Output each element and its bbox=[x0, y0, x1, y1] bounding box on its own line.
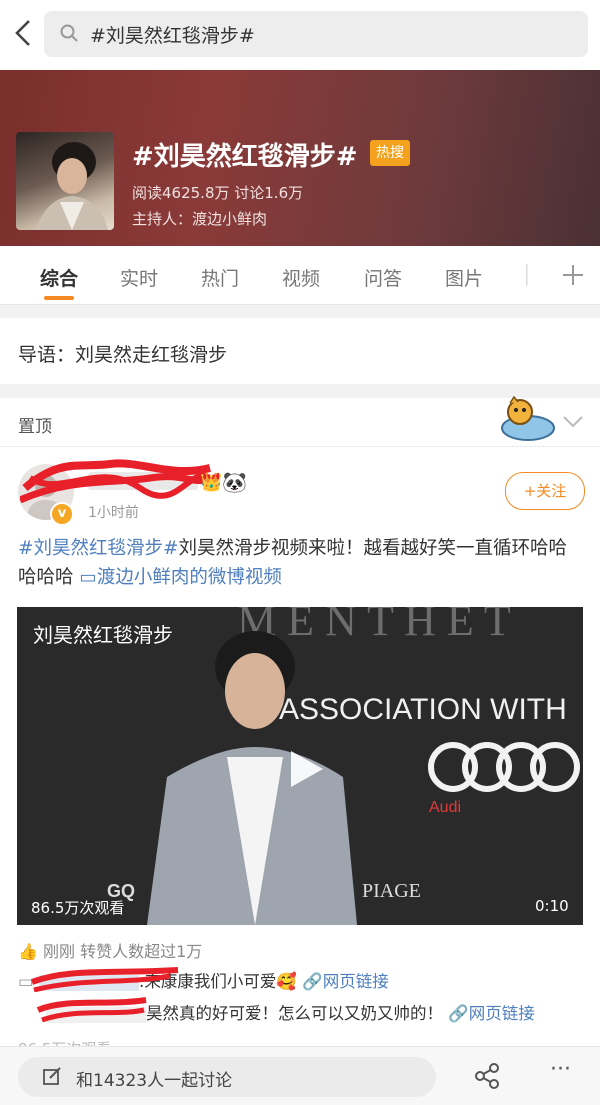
follow-button[interactable]: +关注 bbox=[505, 472, 585, 510]
chevron-down-icon[interactable] bbox=[562, 408, 584, 435]
search-query[interactable]: #刘昊然红毯滑步# bbox=[90, 21, 255, 48]
svg-text:Audi: Audi bbox=[429, 799, 461, 816]
compose-text: 和14323人一起讨论 bbox=[76, 1071, 233, 1091]
comment-1-link[interactable]: 🔗网页链接 bbox=[302, 972, 389, 991]
comment-2-link[interactable]: 🔗网页链接 bbox=[448, 1004, 535, 1023]
video-player[interactable]: M E N T H E T ASSOCIATION WITH Audi PIAG… bbox=[17, 607, 583, 925]
tab-bar: 综合 实时 热门 视频 问答 图片 ▏ bbox=[0, 246, 600, 305]
hot-search-badge: 热搜 bbox=[370, 140, 410, 166]
pinned-label: 置顶 bbox=[18, 417, 52, 437]
back-arrow-icon[interactable] bbox=[12, 18, 34, 48]
video-view-count: 86.5万次观看 bbox=[31, 899, 125, 917]
add-tab-icon[interactable] bbox=[562, 258, 584, 294]
tab-video[interactable]: 视频 bbox=[282, 264, 320, 291]
video-camera-icon: ▭ bbox=[79, 567, 97, 588]
guide-text: 导语：刘昊然走红毯滑步 bbox=[18, 344, 228, 366]
topic-stats: 阅读4625.8万 讨论1.6万 bbox=[132, 184, 304, 202]
bottom-bar: 和14323人一起讨论 ··· bbox=[0, 1046, 600, 1105]
guide-section: 导语：刘昊然走红毯滑步 bbox=[0, 318, 600, 384]
video-link[interactable]: ▭渡边小鲜肉的微博视频 bbox=[79, 567, 282, 588]
post-time: 1小时前 bbox=[88, 505, 139, 521]
compose-discussion-button[interactable]: 和14323人一起讨论 bbox=[18, 1057, 436, 1097]
comment-2-link-label: 网页链接 bbox=[468, 1004, 535, 1023]
thumb-up-icon[interactable]: 👍 bbox=[18, 942, 38, 961]
more-icon[interactable]: ··· bbox=[550, 1057, 571, 1082]
like-row: 👍 刚刚 转赞人数超过1万 bbox=[18, 938, 202, 962]
comment-1-link-label: 网页链接 bbox=[322, 972, 389, 991]
tab-qa[interactable]: 问答 bbox=[364, 264, 402, 291]
post-text: #刘昊然红毯滑步#刘昊然滑步视频来啦！越看越好笑一直循环哈哈哈哈哈 ▭渡边小鲜肉… bbox=[18, 534, 584, 592]
divider bbox=[0, 446, 600, 447]
play-icon[interactable] bbox=[283, 747, 327, 791]
tab-images[interactable]: 图片 bbox=[445, 264, 483, 291]
share-icon[interactable] bbox=[474, 1063, 500, 1089]
topic-cover-image bbox=[16, 132, 114, 230]
video-duration: 0:10 bbox=[535, 897, 569, 915]
tab-overflow[interactable]: ▏ bbox=[526, 264, 536, 286]
video-link-label: 渡边小鲜肉的微博视频 bbox=[96, 567, 282, 588]
edit-icon bbox=[42, 1066, 62, 1090]
tab-all[interactable]: 综合 bbox=[40, 264, 78, 291]
comment-2-text: 昊然真的好可爱！怎么可以又奶又帅的！ bbox=[146, 1004, 443, 1023]
svg-text:ASSOCIATION WITH: ASSOCIATION WITH bbox=[279, 693, 567, 726]
vip-crown-icon: 👑 bbox=[200, 472, 223, 493]
redaction-scribble bbox=[30, 967, 179, 992]
video-title: 刘昊然红毯滑步 bbox=[33, 623, 173, 647]
redaction-scribble bbox=[36, 997, 147, 1023]
tab-realtime[interactable]: 实时 bbox=[120, 264, 158, 291]
search-icon bbox=[60, 24, 78, 42]
topic-title: #刘昊然红毯滑步# bbox=[132, 142, 358, 172]
topic-host[interactable]: 主持人：渡边小鲜肉 bbox=[132, 208, 267, 229]
active-tab-indicator bbox=[44, 296, 74, 300]
panda-icon: 🐼 bbox=[222, 470, 247, 494]
search-box[interactable]: #刘昊然红毯滑步# bbox=[44, 11, 588, 57]
pinned-post-card: 置顶 v 👑 🐼 1小时前 +关注 #刘昊然红毯滑步#刘昊然滑步视频来啦！越看越… bbox=[0, 395, 600, 1104]
like-row-text: 刚刚 转赞人数超过1万 bbox=[43, 942, 203, 961]
topic-banner: #刘昊然红毯滑步# 热搜 阅读4625.8万 讨论1.6万 主持人：渡边小鲜肉 bbox=[0, 70, 600, 246]
mascot-sticker-icon bbox=[498, 394, 558, 444]
top-bar: #刘昊然红毯滑步# bbox=[0, 0, 600, 70]
tab-hot[interactable]: 热门 bbox=[201, 264, 239, 291]
svg-text:PIAGE: PIAGE bbox=[362, 880, 421, 902]
post-hashtag[interactable]: #刘昊然红毯滑步# bbox=[18, 538, 179, 559]
